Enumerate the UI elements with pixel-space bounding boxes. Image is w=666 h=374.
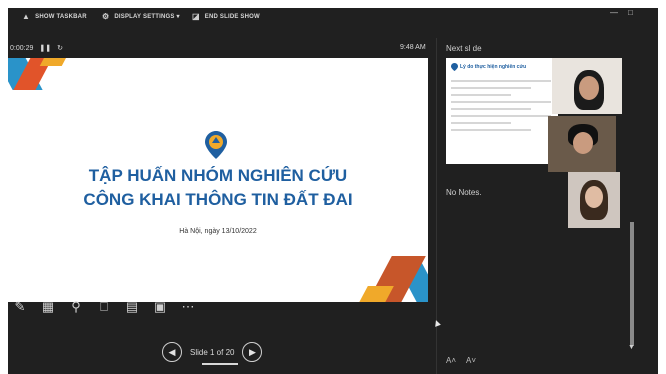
increase-font-button[interactable]: A˄ [446, 356, 456, 365]
pointer-icon[interactable]: ⎕ [94, 298, 114, 316]
next-slide-button[interactable]: ▶ [242, 342, 263, 362]
pause-icon[interactable]: ❚❚ [39, 44, 51, 52]
mouse-cursor [433, 319, 441, 327]
slide-title-line-1: TẬP HUẤN NHÓM NGHIÊN CỨU [88, 166, 348, 185]
top-toolbar: ▲ SHOW TASKBAR ⚙ DISPLAY SETTINGS ▾ ◪ EN… [8, 8, 658, 30]
show-taskbar-button[interactable]: ▲ SHOW TASKBAR [22, 12, 87, 21]
text-line [451, 87, 531, 89]
text-line [451, 101, 551, 103]
restore-icon[interactable]: □ [628, 8, 633, 17]
participant-video[interactable] [568, 172, 620, 228]
progress-indicator [202, 363, 238, 365]
display-settings-label: DISPLAY SETTINGS ▾ [114, 14, 180, 20]
participant-video[interactable] [552, 58, 622, 114]
notes-text[interactable]: No Notes. [446, 188, 482, 197]
slide-counter[interactable]: Slide 1 of 20 [190, 348, 234, 357]
text-line [451, 80, 551, 82]
participant-video[interactable] [548, 116, 616, 172]
end-slide-show-button[interactable]: ◪ END SLIDE SHOW [192, 12, 260, 21]
text-line [451, 94, 511, 96]
show-taskbar-label: SHOW TASKBAR [35, 13, 87, 20]
next-slide-label: Next sl de [446, 44, 482, 53]
end-slide-show-label: END SLIDE SHOW [204, 13, 260, 20]
end-show-icon: ◪ [192, 12, 200, 21]
current-slide[interactable]: TẬP HUẤN NHÓM NGHIÊN CỨU CÔNG KHAI THÔNG… [8, 58, 428, 302]
slide-navigation: ◀ Slide 1 of 20 ▶ [162, 342, 263, 362]
all-slides-icon[interactable]: ▦ [38, 298, 58, 316]
slide-title-line-2: CÔNG KHAI THÔNG TIN ĐẤT ĐAI [83, 190, 353, 209]
taskbar-icon: ▲ [22, 12, 31, 21]
decor-shape [39, 58, 71, 66]
presenter-view: ▲ SHOW TASKBAR ⚙ DISPLAY SETTINGS ▾ ◪ EN… [8, 8, 658, 374]
subtitles-icon[interactable]: ▤ [122, 298, 142, 316]
more-options-icon[interactable]: ⋯ [178, 298, 198, 316]
text-line [451, 115, 551, 117]
emblem-logo [451, 63, 458, 71]
text-line [451, 129, 531, 131]
participant-face [585, 186, 603, 208]
text-line [451, 122, 511, 124]
next-slide-body [451, 80, 551, 136]
current-time: 9:48 AM [400, 44, 426, 51]
pen-icon[interactable]: ✎ [10, 298, 30, 316]
elapsed-time: 0:00:29 [10, 44, 34, 52]
presenter-tools: ✎ ▦ ⚲ ⎕ ▤ ▣ ⋯ [10, 298, 198, 316]
scroll-down-icon[interactable]: ▼ [628, 344, 635, 351]
text-line [451, 108, 531, 110]
participant-face [579, 76, 599, 100]
decrease-font-button[interactable]: A˅ [466, 356, 476, 365]
emblem-logo [205, 131, 227, 159]
display-settings-button[interactable]: ⚙ DISPLAY SETTINGS ▾ [102, 12, 180, 21]
next-slide-heading: Lý do thực hiện nghiên cứu [460, 64, 527, 70]
zoom-icon[interactable]: ⚲ [66, 298, 86, 316]
participant-face [573, 132, 593, 154]
font-size-controls: A˄ A˅ [446, 356, 476, 365]
screen: ▲ SHOW TASKBAR ⚙ DISPLAY SETTINGS ▾ ◪ EN… [0, 0, 666, 374]
previous-slide-button[interactable]: ◀ [162, 342, 182, 362]
camera-off-icon[interactable]: ▣ [150, 298, 170, 316]
slideshow-timer: 0:00:29 ❚❚ ↻ [10, 44, 63, 53]
minimize-icon[interactable]: — [610, 8, 618, 17]
reset-icon[interactable]: ↻ [57, 44, 63, 52]
next-slide-preview[interactable]: Lý do thực hiện nghiên cứu [446, 58, 558, 164]
notes-scrollbar[interactable] [630, 222, 634, 346]
display-settings-icon: ⚙ [102, 12, 110, 21]
slide-subtitle: Hà Nội, ngày 13/10/2022 [179, 228, 257, 235]
